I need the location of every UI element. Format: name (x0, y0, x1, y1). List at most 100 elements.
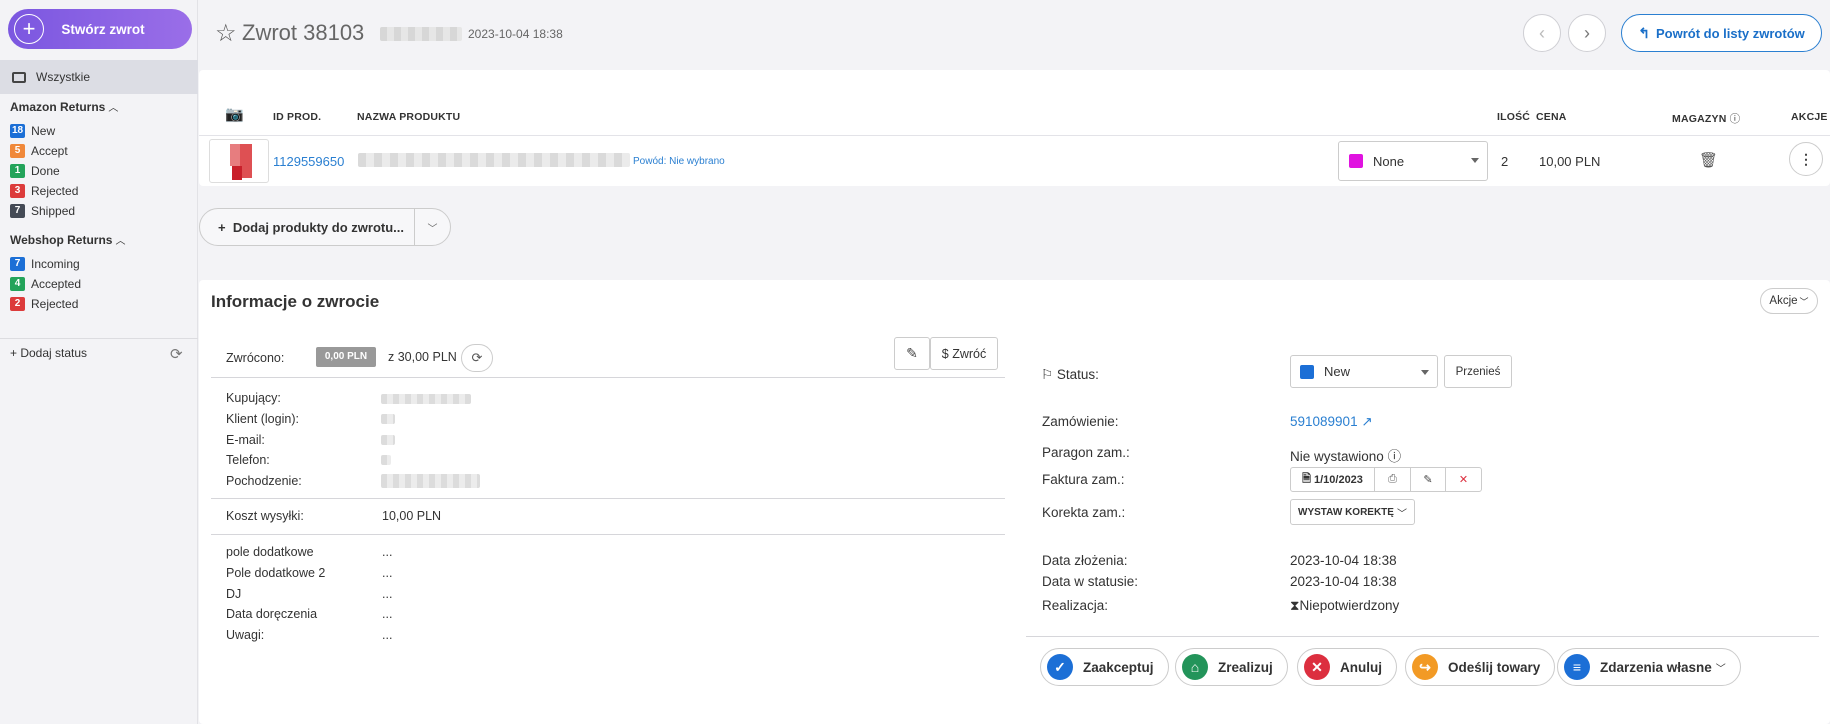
order-link[interactable]: 591089901 ↗ (1290, 414, 1373, 430)
phone-label: Telefon: (226, 453, 270, 467)
sidebar-item-accepted[interactable]: 4 Accepted (10, 277, 81, 291)
count-badge: 2 (10, 297, 25, 311)
edit-invoice-button[interactable]: ✎ (1411, 468, 1446, 491)
extra-field-value: ... (382, 587, 393, 601)
sync-icon: ⟳ (471, 350, 483, 365)
product-price: 10,00 PLN (1539, 154, 1601, 169)
receipt-value-text: Nie wystawiono (1290, 449, 1384, 464)
actions-label: Akcje (1769, 295, 1798, 307)
sidebar-item-all[interactable]: Wszystkie (0, 60, 198, 94)
extra-field-label: Uwagi: (226, 628, 265, 642)
sidebar-item-rejected[interactable]: 3 Rejected (10, 184, 78, 198)
help-icon[interactable]: ⓘ (1388, 449, 1402, 464)
move-button[interactable]: Przenieś (1444, 355, 1512, 388)
sidebar-item-label: Rejected (31, 297, 79, 311)
chevron-up-icon: ︿ (108, 103, 119, 114)
section-divider (211, 534, 1005, 535)
realization-value-text: Niepotwierdzony (1299, 598, 1400, 613)
shipping-cost-label: Koszt wysyłki: (226, 509, 304, 523)
back-to-list-button[interactable]: ↰ Powrót do listy zwrotów (1621, 14, 1822, 52)
receipt-value: Nie wystawiono ⓘ (1290, 445, 1401, 465)
extra-field-value: ... (382, 628, 393, 642)
refresh-icon[interactable]: ⟳ (170, 345, 183, 363)
next-arrow-button[interactable]: › (1568, 14, 1606, 52)
extra-field-value: ... (382, 566, 393, 580)
sidebar-item-incoming[interactable]: 7 Incoming (10, 257, 80, 271)
receipt-label: Paragon zam.: (1042, 445, 1130, 460)
extra-field-value: ... (382, 545, 393, 559)
actions-dropdown-button[interactable]: Akcje ﹀ (1760, 288, 1818, 314)
group-webshop-returns[interactable]: Webshop Returns ︿ (10, 232, 125, 247)
add-products-button[interactable]: + Dodaj produkty do zwrotu... ﹀ (199, 208, 451, 246)
star-icon[interactable]: ☆ (215, 19, 237, 48)
create-return-button[interactable]: + Stwórz zwrot (8, 9, 192, 49)
redacted-product-name (358, 153, 630, 167)
inbox-icon (12, 71, 26, 83)
sidebar-item-done[interactable]: 1 Done (10, 164, 60, 178)
sidebar-item-shipped[interactable]: 7 Shipped (10, 204, 75, 218)
count-badge: 3 (10, 184, 25, 198)
sidebar-item-accept[interactable]: 5 Accept (10, 144, 68, 158)
client-login-label: Klient (login): (226, 412, 299, 426)
sync-refund-button[interactable]: ⟳ (461, 344, 493, 372)
status-color-swatch (1300, 364, 1314, 379)
row-menu-button[interactable]: ⋮ (1789, 142, 1823, 176)
status-select[interactable]: New (1290, 355, 1438, 388)
header-date: 2023-10-04 18:38 (468, 27, 563, 41)
group-amazon-returns[interactable]: Amazon Returns ︿ (10, 99, 118, 114)
section-divider (1026, 636, 1819, 637)
invoice-label: Faktura zam.: (1042, 472, 1125, 487)
add-products-label: Dodaj produkty do zwrotu... (232, 219, 404, 235)
return-reason-link[interactable]: Powód: Nie wybrano (633, 156, 725, 167)
add-status-link[interactable]: + Dodaj status (10, 346, 87, 360)
invoice-button-group: 🗎 1/10/2023 ⎙ ✎ ✕ (1290, 467, 1482, 492)
sidebar-item-label: Incoming (31, 257, 80, 271)
send-back-button[interactable]: ↪ Odeślij towary (1405, 648, 1556, 686)
issue-correction-button[interactable]: WYSTAW KOREKTĘ ﹀ (1290, 499, 1415, 525)
product-id-link[interactable]: 1129559650 (273, 154, 344, 169)
sidebar-item-label: Done (31, 164, 60, 178)
reply-arrow-icon: ↰ (1638, 24, 1650, 41)
issue-correction-label: WYSTAW KOREKTĘ (1298, 506, 1394, 518)
share-arrow-icon: ↪ (1412, 654, 1438, 680)
prev-arrow-button[interactable]: ‹ (1523, 14, 1561, 52)
refunded-amount-badge: 0,00 PLN (316, 347, 376, 367)
realization-label: Realizacja: (1042, 598, 1109, 613)
redacted-email (381, 435, 395, 445)
printer-icon: ⎙ (1388, 473, 1397, 485)
print-button[interactable]: ⎙ (1375, 468, 1411, 491)
extra-field-label: pole dodatkowe (226, 545, 314, 559)
create-return-label: Stwórz zwrot (61, 21, 145, 37)
cancel-button[interactable]: ✕ Anuluj (1297, 648, 1397, 686)
delete-invoice-button[interactable]: ✕ (1446, 468, 1481, 491)
edit-button[interactable]: ✎ (894, 337, 930, 370)
refund-button[interactable]: $ Zwróć (930, 337, 998, 370)
warehouse-select[interactable]: None (1338, 141, 1488, 181)
chevron-left-icon: ‹ (1539, 22, 1545, 43)
created-date-value: 2023-10-04 18:38 (1290, 553, 1397, 568)
custom-events-button[interactable]: ≡ Zdarzenia własne ﹀ (1557, 648, 1741, 686)
kebab-icon: ⋮ (1799, 150, 1813, 167)
trash-icon[interactable]: 🗑 (1699, 151, 1718, 169)
product-thumbnail[interactable] (209, 139, 269, 183)
order-label: Zamówienie: (1042, 414, 1119, 429)
pencil-icon: ✎ (906, 345, 918, 361)
sidebar-item-rejected-webshop[interactable]: 2 Rejected (10, 297, 78, 311)
sidebar-item-label: Rejected (31, 184, 79, 198)
col-header-id: ID PROD. (273, 111, 322, 123)
realize-button[interactable]: ⌂ Zrealizuj (1175, 648, 1288, 686)
count-badge: 18 (10, 124, 26, 138)
accept-button[interactable]: ✓ Zaakceptuj (1040, 648, 1169, 686)
realization-value: ⧗Niepotwierdzony (1290, 598, 1399, 614)
col-header-warehouse: MAGAZYN ⓘ (1672, 111, 1740, 126)
add-products-main[interactable]: + Dodaj produkty do zwrotu... (200, 220, 414, 235)
list-icon: ≡ (1564, 654, 1590, 680)
sidebar-item-new[interactable]: 18 New (10, 124, 55, 138)
chevron-down-icon: ﹀ (1396, 508, 1407, 520)
extra-field-label: DJ (226, 587, 242, 601)
invoice-number-button[interactable]: 🗎 1/10/2023 (1291, 468, 1375, 491)
redacted-login (381, 414, 395, 424)
chevron-down-icon[interactable]: ﹀ (415, 220, 450, 235)
caret-down-icon (1421, 370, 1429, 375)
plus-icon: + (14, 14, 44, 44)
